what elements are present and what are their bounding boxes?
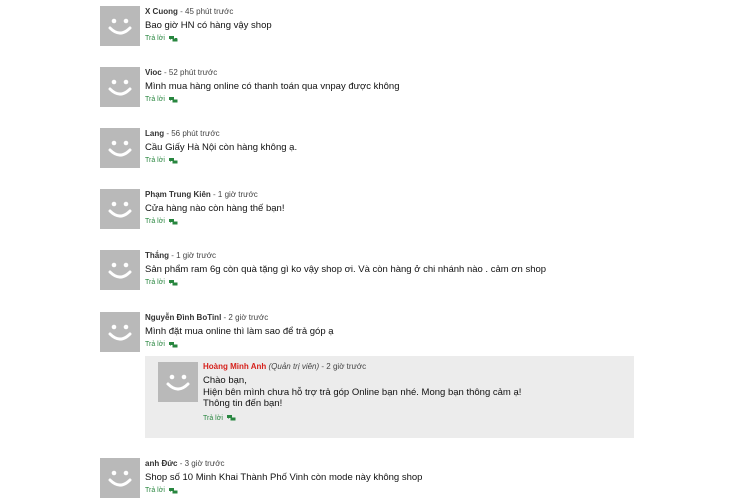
comment-text: Shop số 10 Minh Khai Thành Phố Vinh còn … xyxy=(145,472,423,483)
comment-meta: Thắng - 1 giờ trước xyxy=(145,251,216,260)
comment-time: 56 phút trước xyxy=(171,129,220,138)
smiley-avatar-icon xyxy=(108,18,132,35)
avatar xyxy=(158,362,198,402)
reply-button[interactable]: Trả lời xyxy=(145,156,665,166)
speech-bubbles-icon xyxy=(168,218,178,224)
admin-author[interactable]: Hoàng Minh Anh xyxy=(203,362,266,371)
avatar xyxy=(100,67,140,107)
reply-button[interactable]: Trả lời xyxy=(145,486,665,496)
comment-meta: Lang - 56 phút trước xyxy=(145,129,220,138)
reply-label: Trả lời xyxy=(145,487,165,494)
comment-time: 2 giờ trước xyxy=(228,313,269,322)
speech-bubbles-icon xyxy=(168,279,178,285)
admin-reply: Hoàng Minh Anh (Quản trị viên) - 2 giờ t… xyxy=(145,356,634,438)
admin-meta: Hoàng Minh Anh (Quản trị viên) - 2 giờ t… xyxy=(203,362,367,371)
comment-time: 1 giờ trước xyxy=(176,251,216,260)
comment-meta: X Cuong - 45 phút trước xyxy=(145,7,234,16)
reply-label: Trả lời xyxy=(145,35,165,42)
admin-role: (Quản trị viên) xyxy=(268,362,320,371)
reply-label: Trả lời xyxy=(145,341,165,348)
reply-button[interactable]: Trả lời xyxy=(145,217,665,227)
smiley-avatar-icon xyxy=(108,140,132,157)
comment-author[interactable]: Nguyễn Đình BoTinl xyxy=(145,313,221,322)
reply-button[interactable]: Trả lời xyxy=(203,414,623,424)
comment-author[interactable]: Vioc xyxy=(145,68,162,77)
avatar xyxy=(100,458,140,498)
admin-reply-line: Hiện bên mình chưa hỗ trợ trả góp Online… xyxy=(203,386,522,398)
comment-author[interactable]: Lang xyxy=(145,129,164,138)
smiley-avatar-icon xyxy=(166,374,190,391)
comment-text: Mình mua hàng online có thanh toán qua v… xyxy=(145,81,400,92)
reply-button[interactable]: Trả lời xyxy=(145,95,665,105)
reply-label: Trả lời xyxy=(203,414,223,422)
reply-label: Trả lời xyxy=(145,157,165,164)
speech-bubbles-icon xyxy=(168,157,178,163)
avatar xyxy=(100,6,140,46)
comment-time: 3 giờ trước xyxy=(184,459,225,468)
reply-button[interactable]: Trả lời xyxy=(145,278,665,288)
speech-bubbles-icon xyxy=(226,415,236,421)
comment-time: 45 phút trước xyxy=(185,7,234,16)
smiley-avatar-icon xyxy=(108,201,132,218)
smiley-avatar-icon xyxy=(108,470,132,487)
comment-text: Bao giờ HN có hàng vậy shop xyxy=(145,20,272,31)
avatar xyxy=(100,250,140,290)
smiley-avatar-icon xyxy=(108,79,132,96)
comment-time: 52 phút trước xyxy=(168,68,218,77)
speech-bubbles-icon xyxy=(168,96,178,102)
admin-time: 2 giờ trước xyxy=(326,362,367,371)
speech-bubbles-icon xyxy=(168,487,178,493)
speech-bubbles-icon xyxy=(168,35,178,41)
reply-label: Trả lời xyxy=(145,279,165,286)
smiley-avatar-icon xyxy=(108,324,132,341)
comment-author[interactable]: Thắng xyxy=(145,251,169,260)
comment-author[interactable]: X Cuong xyxy=(145,7,178,16)
comment-text: Mình đặt mua online thì làm sao để trả g… xyxy=(145,326,334,337)
comment-meta: Phạm Trung Kiên - 1 giờ trước xyxy=(145,190,258,199)
comment-author[interactable]: anh Đức xyxy=(145,459,177,468)
avatar xyxy=(100,312,140,352)
smiley-avatar-icon xyxy=(108,262,132,279)
reply-button[interactable]: Trả lời xyxy=(145,340,665,350)
comment-text: Cửa hàng nào còn hàng thế bạn! xyxy=(145,203,285,214)
comment-meta: Vioc - 52 phút trước xyxy=(145,68,218,77)
reply-label: Trả lời xyxy=(145,218,165,225)
admin-reply-line: Chào bạn, xyxy=(203,375,247,386)
comment-author[interactable]: Phạm Trung Kiên xyxy=(145,190,211,199)
speech-bubbles-icon xyxy=(168,341,178,347)
comment-meta: anh Đức - 3 giờ trước xyxy=(145,459,225,468)
admin-reply-line: Thông tin đến bạn! xyxy=(203,398,283,409)
comment-text: Cầu Giấy Hà Nội còn hàng không ạ. xyxy=(145,142,298,153)
comment-time: 1 giờ trước xyxy=(217,190,258,199)
reply-button[interactable]: Trả lời xyxy=(145,34,665,44)
avatar xyxy=(100,128,140,168)
reply-label: Trả lời xyxy=(145,96,165,103)
avatar xyxy=(100,189,140,229)
comment-meta: Nguyễn Đình BoTinl - 2 giờ trước xyxy=(145,313,269,322)
comment-text: Sản phẩm ram 6g còn quà tặng gì ko vậy s… xyxy=(145,264,547,275)
